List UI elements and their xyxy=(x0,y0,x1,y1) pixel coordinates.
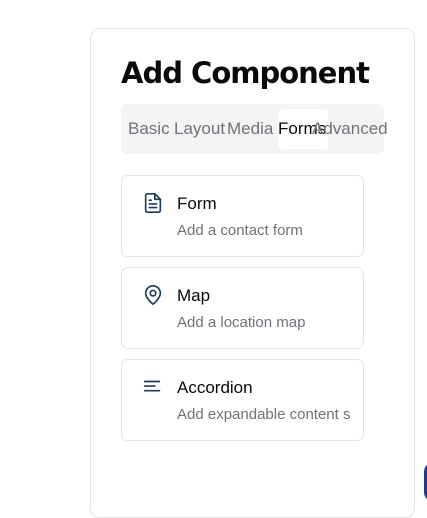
component-description: Add expandable content s xyxy=(177,406,351,423)
component-name: Form xyxy=(177,194,217,213)
align-left-icon xyxy=(142,376,164,398)
component-category-tabs: Basic Layout Media Forms Advanced xyxy=(121,104,388,154)
component-name: Map xyxy=(177,286,211,305)
component-card-accordion[interactable]: Accordion Add expandable content s xyxy=(121,359,364,441)
component-description: Add a contact form xyxy=(177,222,303,239)
component-name: Accordion xyxy=(177,378,253,397)
document-icon xyxy=(142,192,164,214)
tab-basic[interactable]: Basic xyxy=(128,109,170,149)
tab-layout[interactable]: Layout xyxy=(174,109,225,149)
tab-media[interactable]: Media xyxy=(227,109,273,149)
tab-advanced[interactable]: Advanced xyxy=(312,109,388,149)
component-card-map[interactable]: Map Add a location map xyxy=(121,267,364,349)
map-pin-icon xyxy=(142,284,164,306)
component-description: Add a location map xyxy=(177,314,306,331)
component-card-form[interactable]: Form Add a contact form xyxy=(121,175,364,257)
add-component-panel: Add Component Basic Layout Media Forms A… xyxy=(90,28,415,518)
panel-title: Add Component xyxy=(121,56,370,90)
